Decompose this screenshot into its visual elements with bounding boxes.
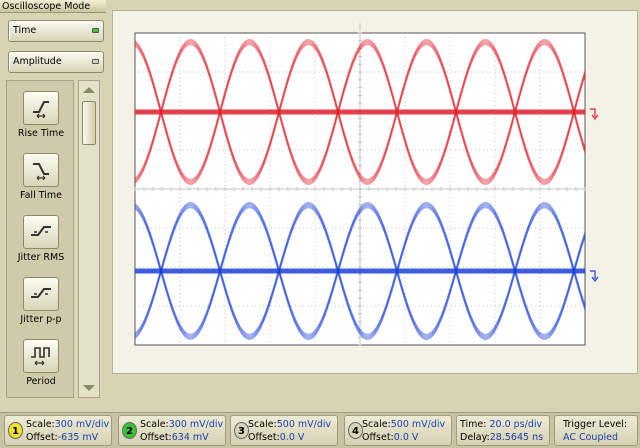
window-title: Oscilloscope Mode — [0, 0, 106, 13]
status-bar: 1 Scale:300 mV/div Offset:-635 mV 2 Scal… — [0, 412, 640, 448]
time-mode-label: Time — [13, 25, 37, 36]
jitter-pp-icon[interactable] — [23, 277, 59, 311]
scroll-up-icon[interactable] — [79, 83, 99, 97]
channel-3-badge: 3 — [234, 422, 249, 439]
channel-2-badge: 2 — [122, 422, 137, 439]
scroll-down-icon[interactable] — [79, 381, 99, 395]
channel-2-scale-value: 300 mV/div — [168, 419, 224, 430]
measurement-item-jitter-pp[interactable]: Jitter p-p — [7, 277, 75, 325]
channel-1-offset-label: Offset: — [26, 432, 58, 443]
oscilloscope-display[interactable] — [112, 10, 638, 374]
channel-1-badge: 1 — [8, 422, 23, 439]
measurement-item-fall-time[interactable]: Fall Time — [7, 153, 75, 201]
channel-3-settings[interactable]: 3 Scale:500 mV/div Offset:0.0 V — [230, 415, 338, 446]
channel-1-settings[interactable]: 1 Scale:300 mV/div Offset:-635 mV — [4, 415, 112, 446]
fall-time-label: Fall Time — [20, 190, 62, 201]
channel-4-offset-value: 0.0 V — [393, 432, 419, 443]
jitter-rms-label: Jitter RMS — [17, 252, 65, 263]
channel-3-scale-label: Scale: — [248, 419, 277, 430]
measurement-item-period[interactable]: Period — [7, 339, 75, 387]
channel-3-offset-label: Offset: — [248, 432, 280, 443]
amplitude-mode-label: Amplitude — [13, 56, 62, 67]
channel-2-marker-icon — [590, 270, 599, 282]
channel-2-scale-label: Scale: — [140, 419, 169, 430]
channel-1-marker-icon — [590, 108, 599, 120]
channel-1-offset-value: -635 mV — [57, 432, 99, 443]
measurement-item-rise-time[interactable]: Rise Time — [7, 91, 75, 139]
rise-time-label: Rise Time — [17, 128, 65, 139]
jitter-rms-icon[interactable] — [23, 215, 59, 249]
channel-2-settings[interactable]: 2 Scale:300 mV/div Offset:634 mV — [118, 415, 226, 446]
period-icon[interactable] — [23, 339, 59, 373]
measurement-list: Rise Time Fall Time Jitter RMS Jitter p-… — [6, 80, 74, 398]
rise-time-icon[interactable] — [23, 91, 59, 125]
channel-2-offset-label: Offset: — [140, 432, 172, 443]
scrollbar-thumb[interactable] — [82, 101, 96, 145]
amplitude-led-indicator — [92, 59, 99, 64]
amplitude-mode-button[interactable]: Amplitude — [8, 51, 104, 73]
channel-1-scale-value: 300 mV/div — [54, 419, 110, 430]
trigger-level-label: Trigger Level: — [563, 419, 628, 430]
waveform-plot — [134, 23, 599, 346]
jitter-pp-label: Jitter p-p — [20, 314, 62, 325]
trigger-settings[interactable]: Trigger Level: AC Coupled — [554, 415, 638, 446]
channel-4-offset-label: Offset: — [362, 432, 394, 443]
time-led-indicator — [92, 28, 99, 33]
time-label: Time: — [460, 419, 487, 430]
channel-4-scale-label: Scale: — [362, 419, 391, 430]
timebase-settings[interactable]: Time: 20.0 ps/div Delay:28.5645 ns — [456, 415, 550, 446]
channel-4-badge: 4 — [348, 422, 363, 439]
period-label: Period — [26, 376, 56, 387]
channel-4-settings[interactable]: 4 Scale:500 mV/div Offset:0.0 V — [344, 415, 452, 446]
measurement-scrollbar[interactable] — [78, 80, 100, 398]
measurement-item-jitter-rms[interactable]: Jitter RMS — [7, 215, 75, 263]
fall-time-icon[interactable] — [23, 153, 59, 187]
channel-3-offset-value: 0.0 V — [279, 432, 305, 443]
channel-4-scale-value: 500 mV/div — [390, 419, 446, 430]
time-value: 20.0 ps/div — [489, 419, 543, 430]
time-mode-button[interactable]: Time — [8, 20, 104, 42]
channel-3-scale-value: 500 mV/div — [276, 419, 332, 430]
channel-2-offset-value: 634 mV — [171, 432, 209, 443]
trigger-level-value: AC Coupled — [563, 432, 618, 443]
delay-value: 28.5645 ns — [489, 432, 544, 443]
channel-1-scale-label: Scale: — [26, 419, 55, 430]
delay-label: Delay: — [460, 432, 490, 443]
